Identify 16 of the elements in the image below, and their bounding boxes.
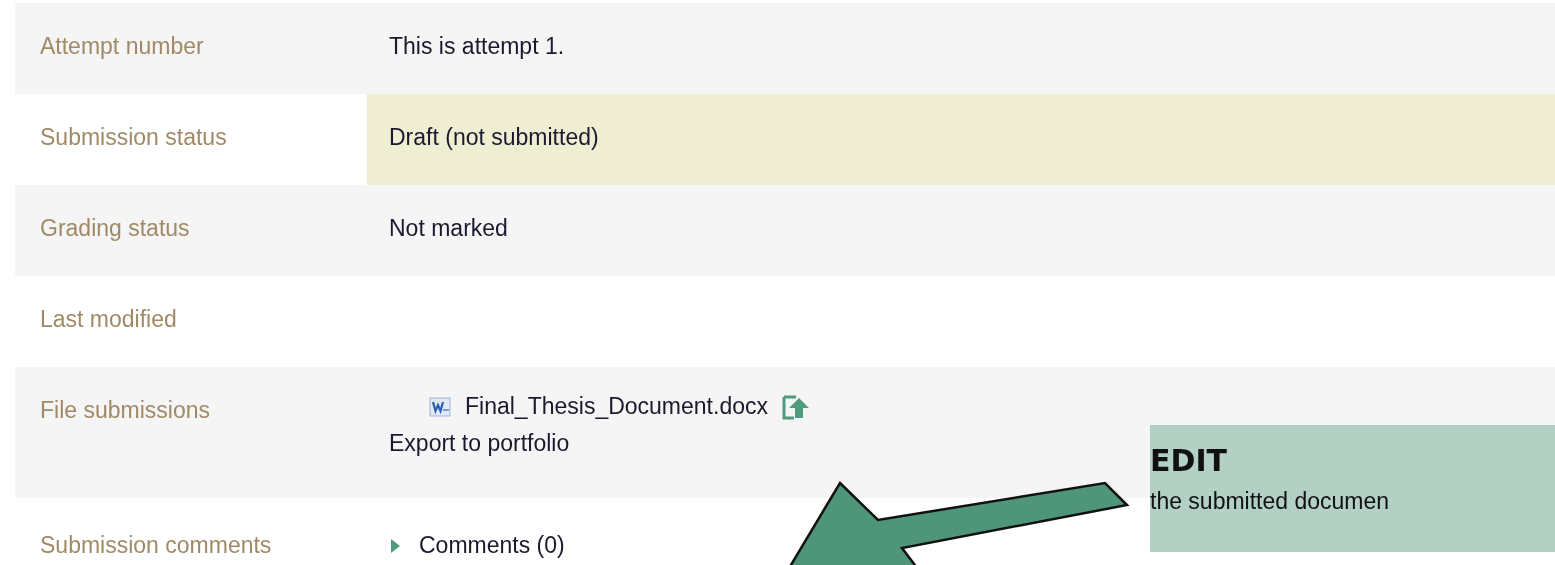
upload-icon[interactable] <box>782 393 810 420</box>
callout-title: EDIT <box>1150 443 1229 478</box>
comments-toggle[interactable]: Comments (0) <box>389 532 565 559</box>
file-link[interactable]: Final_Thesis_Document.docx <box>465 393 768 420</box>
document-icon <box>429 395 451 418</box>
row-label: Last modified <box>39 305 178 333</box>
value-text: Not marked <box>389 215 508 241</box>
callout-text: the submitted documen <box>1150 488 1391 515</box>
export-link[interactable]: Export to portfolio <box>389 430 570 457</box>
row-label: Submission comments <box>39 531 273 559</box>
row-label: Attempt number <box>39 32 205 60</box>
row-label: Grading status <box>39 214 191 242</box>
value-text: Draft (not submitted) <box>389 124 599 150</box>
value-text: This is attempt 1. <box>389 33 565 59</box>
row-label: Submission status <box>39 123 228 151</box>
row-label: File submissions <box>39 396 211 424</box>
